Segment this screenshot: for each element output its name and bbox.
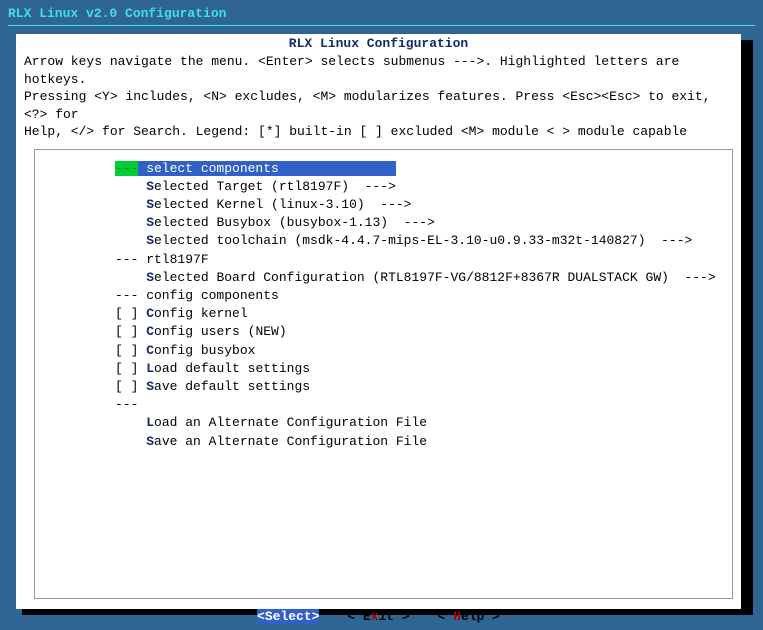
menu-item[interactable]: [ ] Save default settings [39,378,728,396]
menu-item[interactable]: Selected Busybox (busybox-1.13) ---> [39,214,728,232]
menu-item[interactable]: Selected Board Configuration (RTL8197F-V… [39,269,728,287]
panel-shadow-wrap: RLX Linux Configuration Arrow keys navig… [16,34,747,609]
menu-item[interactable]: [ ] Load default settings [39,360,728,378]
button-bar: <Select> < Exit > < Help > [16,609,741,624]
help-line: Pressing <Y> includes, <N> excludes, <M>… [24,88,733,123]
menu-box: --- select components Selected Target (r… [34,149,733,599]
menu-list: --- select components Selected Target (r… [39,160,728,451]
window-title: RLX Linux v2.0 Configuration [8,4,755,26]
menu-item[interactable]: --- [39,396,728,414]
menu-item[interactable]: Save an Alternate Configuration File [39,433,728,451]
menu-item[interactable]: Selected Kernel (linux-3.10) ---> [39,196,728,214]
menu-item[interactable]: --- rtl8197F [39,251,728,269]
menu-item[interactable]: Load an Alternate Configuration File [39,414,728,432]
help-line: Arrow keys navigate the menu. <Enter> se… [24,53,733,88]
exit-button[interactable]: < Exit > [347,609,409,624]
app-window: RLX Linux v2.0 Configuration RLX Linux C… [0,0,763,630]
menu-item[interactable]: --- config components [39,287,728,305]
main-panel: RLX Linux Configuration Arrow keys navig… [16,34,741,609]
select-button[interactable]: <Select> [257,609,319,624]
menu-item[interactable]: [ ] Config kernel [39,305,728,323]
menu-item[interactable]: Selected toolchain (msdk-4.4.7-mips-EL-3… [39,232,728,250]
menu-item[interactable]: [ ] Config users (NEW) [39,323,728,341]
menu-item[interactable]: [ ] Config busybox [39,342,728,360]
panel-title: RLX Linux Configuration [16,34,741,51]
menu-item[interactable]: Selected Target (rtl8197F) ---> [39,178,728,196]
help-text: Arrow keys navigate the menu. <Enter> se… [16,51,741,147]
menu-item[interactable]: --- select components [39,160,728,178]
help-line: Help, </> for Search. Legend: [*] built-… [24,123,733,141]
help-button[interactable]: < Help > [438,609,500,624]
